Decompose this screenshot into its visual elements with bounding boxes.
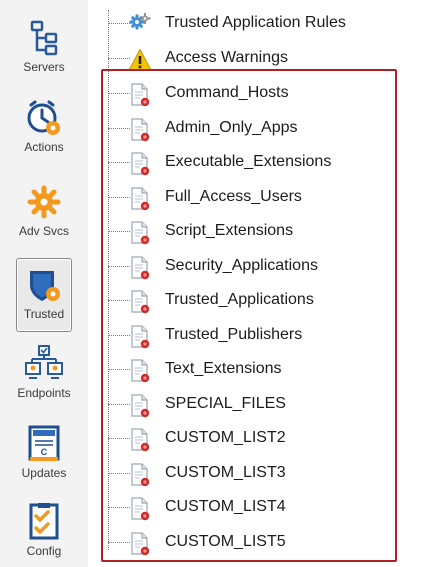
tree-panel: Trusted Application Rules Access Warning… (88, 0, 424, 567)
nav-endpoints[interactable]: Endpoints (12, 344, 76, 400)
tree-branch-line (108, 93, 130, 94)
nav-trusted-label: Trusted (23, 307, 65, 321)
tree-item-label: CUSTOM_LIST3 (165, 464, 286, 481)
document-list-icon (128, 325, 150, 349)
tree-branch-line (108, 473, 130, 474)
document-list-icon (128, 428, 150, 452)
tree-item-label: Trusted_Applications (165, 291, 314, 308)
svg-text:C: C (41, 447, 48, 457)
nav-adv-svcs[interactable]: Adv Svcs (12, 182, 76, 238)
tree-branch-line (108, 23, 130, 24)
tree-item-full-access-users[interactable]: Full_Access_Users (88, 180, 418, 214)
tree-item-trusted-application-rules[interactable]: Trusted Application Rules (88, 6, 418, 40)
tree-branch-line (108, 542, 130, 543)
tree-item-trusted-applications[interactable]: Trusted_Applications (88, 283, 418, 317)
tree-item-trusted-publishers[interactable]: Trusted_Publishers (88, 318, 418, 352)
actions-icon (24, 98, 64, 138)
tree-item-label: Executable_Extensions (165, 153, 332, 170)
nav-config[interactable]: Config (12, 502, 76, 558)
tree-item-special-files[interactable]: SPECIAL_FILES (88, 387, 418, 421)
servers-icon (24, 18, 64, 58)
tree-item-command-hosts[interactable]: Command_Hosts (88, 76, 418, 110)
tree-item-admin-only-apps[interactable]: Admin_Only_Apps (88, 111, 418, 145)
nav-adv-svcs-label: Adv Svcs (18, 224, 69, 238)
tree-item-label: Access Warnings (165, 49, 288, 66)
document-list-icon (128, 187, 150, 211)
tree-branch-line (108, 128, 130, 129)
document-list-icon (128, 394, 150, 418)
document-list-icon (128, 532, 150, 556)
document-list-icon (128, 118, 150, 142)
nav-servers[interactable]: Servers (12, 18, 76, 74)
tree-item-security-applications[interactable]: Security_Applications (88, 249, 418, 283)
document-list-icon (128, 463, 150, 487)
gear-icon (128, 12, 151, 35)
tree-item-label: Command_Hosts (165, 84, 289, 101)
tree-item-label: Full_Access_Users (165, 188, 302, 205)
tree-branch-line (108, 335, 130, 336)
tree-item-custom-list5[interactable]: CUSTOM_LIST5 (88, 525, 418, 559)
tree-item-text-extensions[interactable]: Text_Extensions (88, 352, 418, 386)
adv-svcs-icon (24, 182, 64, 222)
tree-branch-line (108, 162, 130, 163)
tree-branch-line (108, 404, 130, 405)
tree-item-label: Admin_Only_Apps (165, 119, 298, 136)
tree-item-label: CUSTOM_LIST4 (165, 498, 286, 515)
tree-branch-line (108, 197, 130, 198)
nav-actions-label: Actions (24, 140, 64, 154)
tree-branch-line (108, 266, 130, 267)
tree-branch-line (108, 507, 130, 508)
document-list-icon (128, 290, 150, 314)
tree-item-label: CUSTOM_LIST5 (165, 533, 286, 550)
nav-actions[interactable]: Actions (12, 98, 76, 154)
tree-branch-line (108, 369, 130, 370)
nav-updates-label: Updates (21, 466, 67, 480)
tree-item-executable-extensions[interactable]: Executable_Extensions (88, 145, 418, 179)
document-list-icon (128, 221, 150, 245)
warning-icon (128, 48, 152, 71)
tree-item-label: Security_Applications (165, 257, 318, 274)
tree-item-custom-list4[interactable]: CUSTOM_LIST4 (88, 490, 418, 524)
document-list-icon (128, 256, 150, 280)
tree-item-label: SPECIAL_FILES (165, 395, 286, 412)
config-icon (24, 502, 64, 542)
tree-item-custom-list3[interactable]: CUSTOM_LIST3 (88, 456, 418, 490)
tree-branch-line (108, 231, 130, 232)
tree-item-label: CUSTOM_LIST2 (165, 429, 286, 446)
tree-item-label: Text_Extensions (165, 360, 282, 377)
trusted-shield-icon (24, 265, 64, 305)
document-list-icon (128, 83, 150, 107)
document-list-icon (128, 152, 150, 176)
tree-branch-line (108, 438, 130, 439)
nav-updates[interactable]: C Updates (12, 424, 76, 480)
tree-item-script-extensions[interactable]: Script_Extensions (88, 214, 418, 248)
tree-item-label: Trusted_Publishers (165, 326, 303, 343)
left-nav-rail: Servers Actions Adv Svcs Trusted Endpoin… (0, 0, 89, 567)
tree-branch-line (108, 300, 130, 301)
tree-item-label: Script_Extensions (165, 222, 294, 239)
nav-endpoints-label: Endpoints (17, 386, 71, 400)
tree-item-custom-list2[interactable]: CUSTOM_LIST2 (88, 421, 418, 455)
tree-branch-line (108, 58, 130, 59)
document-list-icon (128, 497, 150, 521)
nav-trusted[interactable]: Trusted (16, 258, 72, 332)
tree-item-access-warnings[interactable]: Access Warnings (88, 41, 418, 75)
document-list-icon (128, 359, 150, 383)
nav-servers-label: Servers (23, 60, 65, 74)
updates-icon: C (24, 424, 64, 464)
nav-config-label: Config (26, 544, 62, 558)
endpoints-icon (24, 344, 64, 384)
tree-item-label: Trusted Application Rules (165, 14, 346, 31)
